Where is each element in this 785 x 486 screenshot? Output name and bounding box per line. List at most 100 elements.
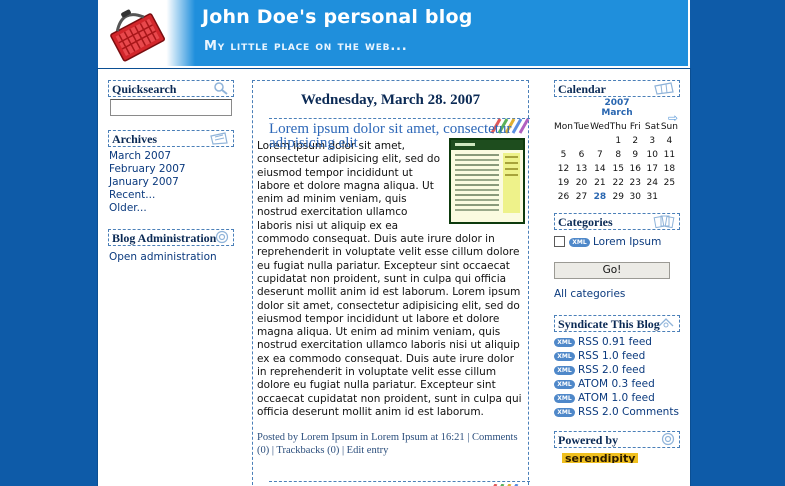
calendar-day (554, 134, 573, 148)
archive-box-icon (209, 131, 229, 149)
serendipity-logo[interactable]: serendipity (562, 453, 639, 463)
gear-icon (215, 230, 229, 248)
admin-title-text: Blog Administration (112, 231, 217, 245)
archive-link[interactable]: January 2007 (109, 176, 234, 189)
gear-icon (661, 432, 675, 450)
calendar-day: 21 (594, 178, 606, 188)
xml-feed-icon[interactable]: XML (554, 352, 575, 361)
calendar-day: 1 (615, 136, 622, 146)
category-link[interactable]: Lorem Ipsum (593, 236, 661, 248)
calendar-day (573, 134, 590, 148)
powered-by-title: Powered by (554, 431, 680, 448)
xml-feed-icon[interactable]: XML (569, 238, 590, 247)
blog-tagline: My little place on the web... (204, 39, 408, 54)
feed-link[interactable]: ATOM 0.3 feed (578, 378, 655, 390)
edit-entry-link[interactable]: Edit entry (347, 445, 389, 456)
admin-list: Open administration (108, 251, 234, 264)
calendar-day: 30 (629, 192, 641, 202)
archives-section: Archives March 2007 February 2007 Januar… (108, 130, 234, 215)
blog-header: John Doe's personal blog My little place… (98, 0, 690, 68)
all-categories-link[interactable]: All categories (554, 288, 680, 300)
feed-item: XML ATOM 1.0 feed (554, 391, 680, 405)
calendar-day: 5 (560, 150, 567, 160)
xml-feed-icon[interactable]: XML (554, 394, 575, 403)
feed-list: XML RSS 0.91 feed XML RSS 1.0 feed XML RSS … (554, 335, 680, 419)
feed-link[interactable]: ATOM 1.0 feed (578, 392, 655, 404)
archive-link[interactable]: Recent... (109, 189, 234, 202)
calendar-day: 29 (612, 192, 624, 202)
calendar-day: 19 (557, 178, 570, 188)
calendar-day-with-entry[interactable]: 28 (590, 190, 610, 204)
weekday-header: Wed (590, 122, 610, 132)
archive-link[interactable]: February 2007 (109, 163, 234, 176)
feed-link[interactable]: RSS 2.0 Comments (578, 406, 679, 418)
syndicate-title: Syndicate This Blog (554, 315, 680, 332)
quicksearch-title-text: Quicksearch (112, 82, 177, 96)
weekday-header: Tue (573, 122, 590, 132)
feed-link[interactable]: RSS 2.0 feed (578, 364, 645, 376)
header-logo (100, 0, 195, 66)
post-footer: Posted by Lorem Ipsum in Lorem Ipsum at … (257, 431, 522, 457)
xml-feed-icon[interactable]: XML (554, 366, 575, 375)
category-item: XML Lorem Ipsum (554, 236, 680, 250)
next-month-arrow-icon[interactable]: ⇨ (668, 111, 678, 125)
category-checkbox[interactable] (554, 236, 565, 247)
archive-link[interactable]: Older... (109, 202, 234, 215)
admin-section: Blog Administration Open administration (108, 229, 234, 264)
feed-item: XML RSS 2.0 Comments (554, 405, 680, 419)
xml-feed-icon[interactable]: XML (554, 338, 575, 347)
calendar-day: 18 (663, 164, 676, 174)
syndicate-title-text: Syndicate This Blog (558, 317, 660, 331)
feed-item: XML RSS 2.0 feed (554, 363, 680, 377)
calendar-title: Calendar (554, 80, 680, 97)
post-thumbnail[interactable] (449, 138, 525, 224)
archive-link[interactable]: March 2007 (109, 150, 234, 163)
main-content: Wednesday, March 28. 2007 Lorem ipsum do… (252, 80, 530, 486)
calendar-grid: Mon Tue Wed Thu Fri Sat Sun 1 2 3 4 5 6 … (554, 120, 678, 204)
in-label: in (360, 432, 369, 444)
posted-by-label: Posted by (257, 432, 299, 444)
trackbacks-link[interactable]: Trackbacks (0) (276, 445, 339, 456)
open-administration-link[interactable]: Open administration (109, 251, 234, 264)
calendar-year: 2007 (604, 98, 630, 108)
weekday-header: Thu (609, 122, 627, 132)
calendar-day: 15 (612, 164, 624, 174)
xml-feed-icon[interactable]: XML (554, 380, 575, 389)
calendar-day: 9 (632, 150, 639, 160)
calendar-day: 26 (557, 192, 570, 202)
calendar-day: 31 (646, 192, 658, 202)
calendar-day: 12 (557, 164, 570, 174)
post-category-link[interactable]: Lorem Ipsum (371, 432, 428, 443)
calendar-day: 2 (632, 136, 639, 146)
feed-link[interactable]: RSS 1.0 feed (578, 350, 645, 362)
quicksearch-section: Quicksearch (108, 80, 234, 116)
left-sidebar: Quicksearch Archives March 2007 February… (108, 80, 234, 274)
next-post-title-divider (269, 481, 530, 486)
feed-link[interactable]: RSS 0.91 feed (578, 336, 652, 348)
meta-separator: | (467, 432, 470, 444)
categories-title: Categories (554, 213, 680, 230)
quicksearch-input[interactable] (110, 99, 232, 116)
post-author-link[interactable]: Lorem Ipsum (301, 432, 358, 443)
calendar-day: 20 (575, 178, 588, 188)
calendar-month[interactable]: March (554, 108, 680, 118)
calendar-day: 13 (575, 164, 588, 174)
calendar-day: 17 (646, 164, 658, 174)
calendar-day: 24 (646, 178, 658, 188)
post-time: at 16:21 (430, 432, 465, 444)
post-title[interactable]: Lorem ipsum dolor sit amet, consectetur … (269, 118, 530, 151)
powered-by-title-text: Powered by (558, 433, 619, 447)
calendar-day: 14 (594, 164, 606, 174)
feed-item: XML RSS 0.91 feed (554, 335, 680, 349)
calendar-day: 11 (663, 150, 676, 160)
date-header: Wednesday, March 28. 2007 (300, 92, 481, 108)
meta-separator: | (341, 445, 345, 457)
weekday-header: Fri (629, 122, 641, 132)
xml-feed-icon[interactable]: XML (554, 408, 575, 417)
post-body: Lorem ipsum dolor sit amet, consectetur … (257, 138, 525, 419)
blog-title[interactable]: John Doe's personal blog (202, 6, 473, 28)
calendar-day: 25 (663, 178, 676, 188)
cards-icon (653, 214, 675, 232)
go-button[interactable]: Go! (554, 262, 670, 279)
weekday-header: Mon (554, 122, 573, 132)
